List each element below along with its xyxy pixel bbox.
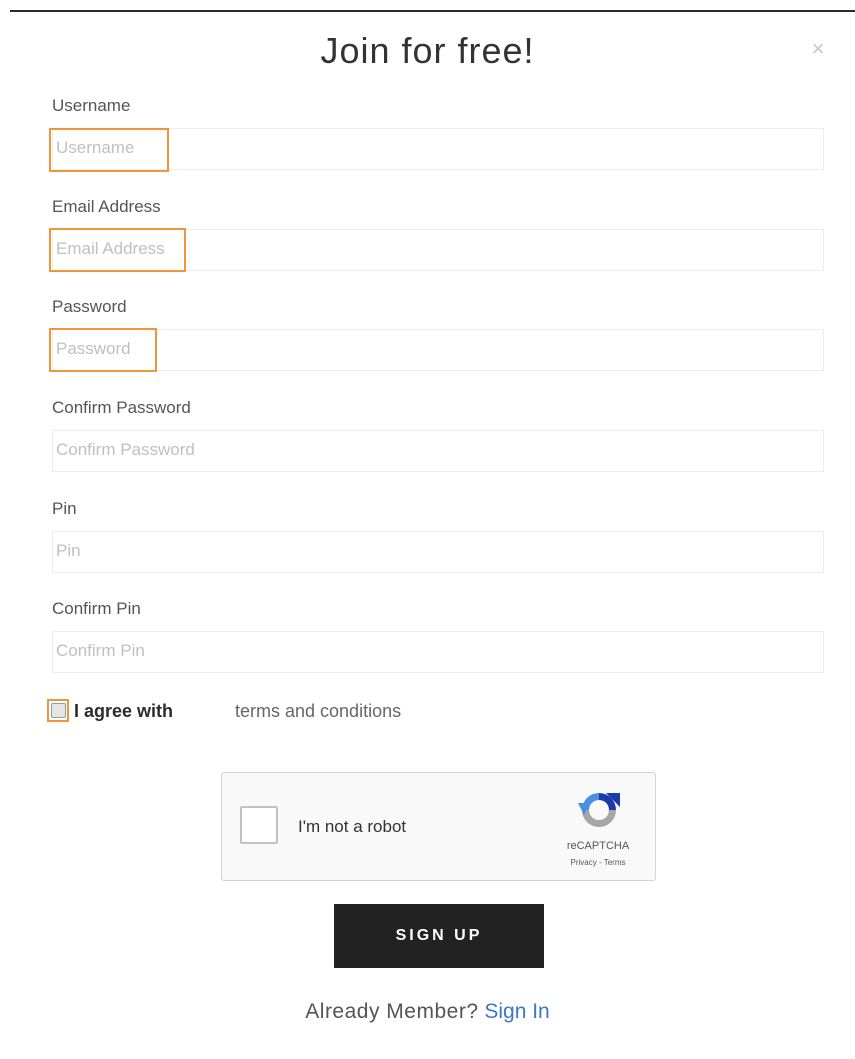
recaptcha-links[interactable]: Privacy - Terms (556, 858, 640, 867)
recaptcha-label: I'm not a robot (298, 817, 407, 836)
confirm-pin-placeholder: Confirm Pin (56, 641, 145, 660)
email-label: Email Address (52, 197, 161, 216)
password-label: Password (52, 297, 127, 316)
username-input[interactable]: Username (52, 128, 824, 170)
sign-in-link[interactable]: Sign In (484, 1000, 549, 1023)
terms-link[interactable]: terms and conditions (235, 701, 401, 722)
modal-title: Join for free! (320, 30, 535, 71)
close-icon[interactable]: × (808, 36, 828, 62)
terms-prefix: I agree with (74, 701, 174, 721)
sign-up-button[interactable]: SIGN UP (334, 904, 544, 968)
recaptcha-brand: reCAPTCHA (566, 840, 630, 852)
confirm-password-placeholder: Confirm Password (56, 440, 195, 459)
recaptcha-widget: I'm not a robot reCAPTCHA Privacy - Term… (221, 772, 656, 881)
pin-input[interactable]: Pin (52, 531, 824, 573)
confirm-password-label: Confirm Password (52, 398, 191, 417)
pin-placeholder: Pin (56, 541, 81, 560)
email-input[interactable]: Email Address (52, 229, 824, 271)
password-input[interactable]: Password (52, 329, 824, 371)
already-member-text: Already Member? (305, 1000, 479, 1023)
pin-label: Pin (52, 499, 77, 518)
email-placeholder: Email Address (56, 239, 165, 258)
username-label: Username (52, 96, 131, 115)
confirm-pin-label: Confirm Pin (52, 599, 141, 618)
recaptcha-logo-icon (578, 793, 620, 827)
top-divider (10, 10, 855, 12)
confirm-password-input[interactable]: Confirm Password (52, 430, 824, 472)
password-placeholder: Password (56, 339, 131, 358)
already-member: Already Member? Sign In (0, 1000, 855, 1024)
recaptcha-checkbox[interactable] (240, 806, 278, 844)
terms-checkbox[interactable] (51, 703, 66, 718)
confirm-pin-input[interactable]: Confirm Pin (52, 631, 824, 673)
username-placeholder: Username (56, 138, 135, 157)
